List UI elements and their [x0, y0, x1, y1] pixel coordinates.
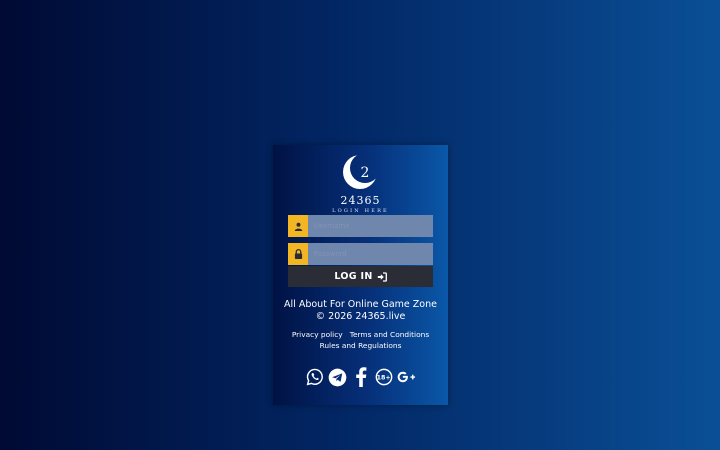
whatsapp-icon[interactable]: [305, 367, 324, 387]
svg-text:18+: 18+: [376, 375, 390, 382]
username-input[interactable]: [308, 215, 433, 237]
password-field: [288, 243, 433, 265]
footer-links: Privacy policy Terms and Conditions Rules…: [273, 330, 448, 351]
privacy-policy-link[interactable]: Privacy policy: [292, 330, 343, 339]
brand-name: 24365: [340, 194, 381, 207]
social-icons: 18+: [273, 367, 448, 387]
user-icon: [288, 215, 308, 237]
footer-tagline: All About For Online Game Zone © 2026 24…: [273, 299, 448, 323]
crescent-logo-icon: 2: [342, 155, 377, 189]
brand-logo: 2 24365 LOGIN HERE: [273, 153, 448, 214]
facebook-icon[interactable]: [351, 367, 370, 387]
rules-link[interactable]: Rules and Regulations: [320, 341, 402, 350]
brand-tagline: LOGIN HERE: [332, 208, 389, 214]
18-plus-icon[interactable]: 18+: [374, 367, 393, 387]
password-input[interactable]: [308, 243, 433, 265]
google-plus-icon[interactable]: [397, 367, 416, 387]
terms-link[interactable]: Terms and Conditions: [350, 330, 429, 339]
sign-in-icon: [377, 271, 387, 282]
login-button[interactable]: LOG IN: [288, 266, 433, 287]
copyright-text: © 2026 24365.live: [315, 311, 406, 322]
logo-mark: 2: [360, 165, 369, 181]
footer-line-1: All About For Online Game Zone: [284, 299, 437, 310]
lock-icon: [288, 243, 308, 265]
login-label: LOG IN: [334, 271, 373, 282]
telegram-icon[interactable]: [328, 367, 347, 387]
username-field: [288, 215, 433, 237]
login-card: 2 24365 LOGIN HERE LOG IN All Abo: [273, 145, 448, 405]
